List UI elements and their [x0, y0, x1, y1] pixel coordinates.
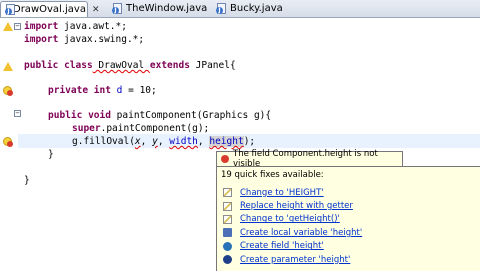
- quick-fix-item[interactable]: Change to 'HEIGHT': [223, 186, 362, 199]
- keyword: super: [72, 123, 101, 134]
- parameter-icon: [223, 255, 232, 265]
- lightbulb-error-icon[interactable]: [3, 86, 13, 96]
- quick-fix-link[interactable]: Create parameter 'height': [240, 255, 350, 265]
- keyword: void: [88, 110, 111, 121]
- code-text: .paintComponent(g);: [100, 123, 210, 134]
- class-name: DrawOval: [92, 60, 150, 71]
- change-icon: [223, 214, 232, 224]
- field-icon: [223, 241, 232, 251]
- lightbulb-error-icon[interactable]: [3, 137, 13, 147]
- fold-toggle-icon[interactable]: −: [14, 23, 21, 30]
- code-text: ,: [197, 136, 210, 147]
- quick-fix-list: Change to 'HEIGHT' Replace height with g…: [223, 186, 362, 266]
- code-line: }: [24, 174, 30, 187]
- keyword: extends: [149, 60, 190, 71]
- keyword: import: [24, 21, 59, 32]
- quick-fix-item[interactable]: Replace height with getter: [223, 199, 362, 212]
- change-icon: [223, 188, 232, 198]
- tab-drawoval[interactable]: J *DrawOval.java ✕: [0, 1, 100, 17]
- close-tab-icon[interactable]: ✕: [92, 5, 100, 15]
- tab-label: TheWindow.java: [126, 3, 208, 14]
- code-line: import javax.swing.*;: [24, 33, 144, 46]
- error-icon: [221, 155, 229, 163]
- keyword: class: [64, 60, 93, 71]
- code-text: }: [48, 149, 54, 160]
- keyword: int: [93, 85, 111, 96]
- code-line: public class DrawOval extends JPanel{: [24, 59, 236, 72]
- quick-fix-popup: 19 quick fixes available: Change to 'HEI…: [216, 166, 480, 271]
- local-variable-icon: [223, 228, 232, 238]
- code-line: g.fillOval(x, y, width, height);: [72, 135, 255, 148]
- quick-fix-item[interactable]: Change to 'getHeight()': [223, 213, 362, 226]
- code-text: g.fillOval(: [72, 136, 135, 147]
- code-text: JPanel{: [189, 60, 236, 71]
- error-tooltip: The field Component.height is not visibl…: [216, 149, 403, 169]
- quick-fix-link[interactable]: Create field 'height': [240, 241, 324, 251]
- quick-fix-link[interactable]: Replace height with getter: [240, 201, 353, 211]
- quick-fix-item[interactable]: Create local variable 'height': [223, 226, 362, 239]
- tab-bucky[interactable]: J Bucky.java: [212, 1, 302, 16]
- code-text: ,: [140, 136, 153, 147]
- code-text: = 10;: [122, 85, 157, 96]
- code-text: ,: [157, 136, 170, 147]
- code-text: );: [243, 136, 256, 147]
- code-line: super.paintComponent(g);: [72, 122, 209, 135]
- tab-thewindow[interactable]: J TheWindow.java: [108, 1, 208, 16]
- error-identifier: width: [169, 136, 198, 147]
- tab-label: Bucky.java: [230, 3, 283, 14]
- quick-fix-link[interactable]: Change to 'getHeight()': [240, 214, 340, 224]
- quick-fix-header: 19 quick fixes available:: [221, 170, 324, 180]
- field-name: d: [110, 85, 123, 96]
- code-text: javax.swing.*;: [58, 34, 145, 45]
- code-line: }: [48, 148, 54, 161]
- fold-toggle-icon[interactable]: −: [14, 110, 21, 117]
- code-text: paintComponent(Graphics g){: [110, 110, 272, 121]
- keyword: private: [48, 85, 89, 96]
- editor-tab-bar: J *DrawOval.java ✕ J TheWindow.java J Bu…: [0, 0, 480, 18]
- code-line: private int d = 10;: [48, 84, 157, 97]
- java-file-icon: J: [216, 3, 227, 14]
- error-identifier: height: [209, 136, 244, 147]
- quick-fix-item[interactable]: Create field 'height': [223, 240, 362, 253]
- keyword: import: [24, 34, 59, 45]
- quick-fix-link[interactable]: Create local variable 'height': [240, 228, 362, 238]
- code-line: public void paintComponent(Graphics g){: [48, 109, 271, 122]
- warning-icon[interactable]: [3, 22, 13, 31]
- keyword: public: [48, 110, 83, 121]
- quick-fix-link[interactable]: Change to 'HEIGHT': [240, 188, 324, 198]
- code-line: import java.awt.*;: [24, 20, 127, 33]
- code-text: java.awt.*;: [58, 21, 127, 32]
- code-text: }: [24, 175, 30, 186]
- change-icon: [223, 201, 232, 211]
- java-file-icon: J: [112, 3, 123, 14]
- tab-label: *DrawOval.java: [8, 4, 86, 15]
- warning-icon[interactable]: [3, 62, 13, 71]
- quick-fix-item[interactable]: Create parameter 'height': [223, 253, 362, 266]
- keyword: public: [24, 60, 59, 71]
